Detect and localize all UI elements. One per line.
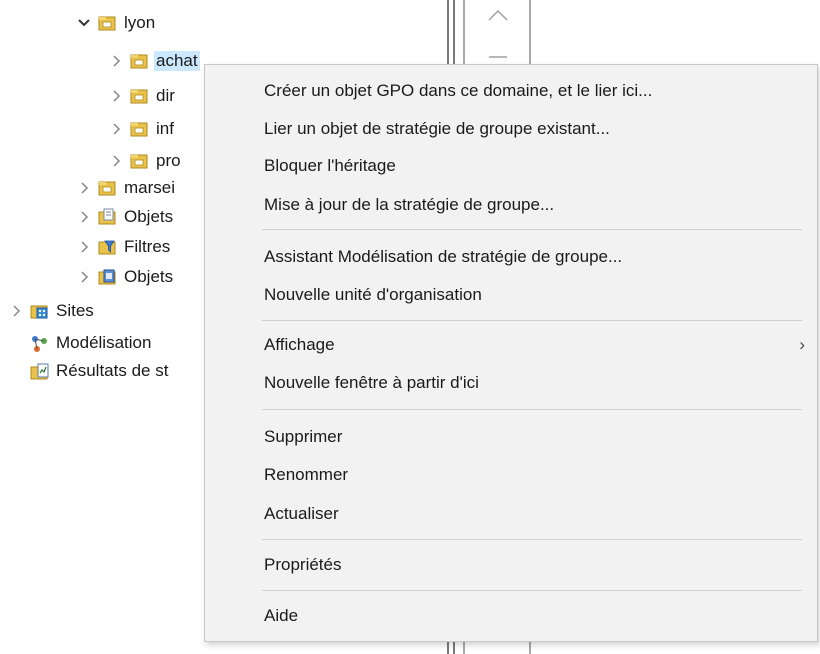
chevron-right-icon[interactable] [108, 53, 124, 69]
tree-node-label: Filtres [124, 237, 171, 256]
ou-folder-icon [98, 179, 116, 197]
menu-separator [262, 590, 802, 591]
menu-item-create-gpo[interactable]: Créer un objet GPO dans ce domaine, et l… [205, 73, 817, 109]
ou-folder-icon [98, 14, 116, 32]
menu-item-label: Bloquer l'héritage [264, 156, 396, 175]
tree-node-label: inf [156, 119, 174, 138]
chevron-right-icon[interactable] [108, 88, 124, 104]
results-icon [30, 362, 49, 380]
chevron-right-icon[interactable] [76, 239, 92, 255]
menu-item-group-policy-update[interactable]: Mise à jour de la stratégie de groupe... [205, 187, 817, 223]
tree-node-marseille[interactable]: marsei [76, 175, 177, 201]
chevron-right-icon[interactable] [76, 180, 92, 196]
menu-item-label: Propriétés [264, 555, 342, 574]
chevron-right-icon[interactable] [76, 269, 92, 285]
menu-item-rename[interactable]: Renommer [205, 457, 817, 493]
menu-item-label: Nouvelle fenêtre à partir d'ici [264, 373, 479, 392]
wmi-filter-icon [98, 238, 116, 256]
chevron-right-icon: › [799, 335, 805, 354]
chevron-down-icon[interactable] [76, 15, 92, 31]
menu-item-label: Lier un objet de stratégie de groupe exi… [264, 119, 610, 138]
tree-node-modeling[interactable]: Modélisation [30, 330, 153, 356]
ou-folder-icon [130, 120, 148, 138]
menu-separator [262, 320, 802, 321]
menu-item-delete[interactable]: Supprimer [205, 419, 817, 455]
tree-node-label: marsei [124, 178, 176, 197]
ou-folder-icon [130, 52, 148, 70]
chevron-right-icon[interactable] [76, 209, 92, 225]
tree-node-sites[interactable]: Sites [8, 298, 96, 324]
tree-node-label: Sites [56, 301, 94, 320]
tree-node-label: Modélisation [56, 333, 152, 352]
gpo-objects-icon [98, 208, 116, 226]
menu-separator [262, 409, 802, 410]
menu-item-label: Aide [264, 606, 299, 625]
tree-node-label: achat [154, 51, 200, 71]
menu-item-properties[interactable]: Propriétés [205, 547, 817, 583]
menu-item-view[interactable]: Affichage › [205, 327, 817, 363]
tree-node-label: pro [156, 151, 181, 170]
menu-item-label: Affichage [264, 335, 335, 354]
starter-gpo-icon [98, 268, 116, 286]
menu-item-new-ou[interactable]: Nouvelle unité d'organisation [205, 277, 817, 313]
scroll-up-arrow-icon[interactable] [487, 8, 509, 27]
menu-separator [262, 539, 802, 540]
menu-item-label: Supprimer [264, 427, 343, 446]
tree-node-gpo-objects[interactable]: Objets [76, 204, 175, 230]
context-menu: Créer un objet GPO dans ce domaine, et l… [204, 64, 818, 642]
menu-item-new-window[interactable]: Nouvelle fenêtre à partir d'ici [205, 365, 817, 401]
ou-folder-icon [130, 87, 148, 105]
tree-node-pro[interactable]: pro [108, 148, 183, 174]
menu-item-link-existing-gpo[interactable]: Lier un objet de stratégie de groupe exi… [205, 111, 817, 147]
tree-node-results[interactable]: Résultats de st [30, 358, 170, 384]
menu-item-modeling-wizard[interactable]: Assistant Modélisation de stratégie de g… [205, 239, 817, 275]
menu-item-block-inheritance[interactable]: Bloquer l'héritage [205, 148, 817, 184]
menu-item-label: Créer un objet GPO dans ce domaine, et l… [264, 81, 653, 100]
tree-node-lyon[interactable]: lyon [76, 10, 157, 36]
tree-node-starter-gpo[interactable]: Objets [76, 264, 175, 290]
menu-item-refresh[interactable]: Actualiser [205, 496, 817, 532]
sites-icon [30, 302, 48, 320]
chevron-right-icon[interactable] [108, 153, 124, 169]
chevron-right-icon[interactable] [108, 121, 124, 137]
menu-item-label: Actualiser [264, 504, 339, 523]
tree-node-label: dir [156, 86, 175, 105]
tree-node-achat[interactable]: achat [108, 48, 200, 74]
tree-node-dir[interactable]: dir [108, 83, 177, 109]
tree-node-wmi-filters[interactable]: Filtres [76, 234, 172, 260]
tree-node-label: Objets [124, 207, 174, 226]
menu-separator [262, 229, 802, 230]
tree-node-inf[interactable]: inf [108, 116, 176, 142]
tree-node-label: lyon [124, 13, 156, 32]
menu-item-label: Nouvelle unité d'organisation [264, 285, 482, 304]
ou-folder-icon [130, 152, 148, 170]
tree-node-label: Résultats de st [56, 361, 169, 380]
tree-node-label: Objets [124, 267, 174, 286]
modeling-icon [30, 334, 48, 352]
menu-item-label: Assistant Modélisation de stratégie de g… [264, 247, 623, 266]
menu-item-help[interactable]: Aide [205, 598, 817, 634]
chevron-right-icon[interactable] [8, 303, 24, 319]
menu-item-label: Mise à jour de la stratégie de groupe... [264, 195, 555, 214]
menu-item-label: Renommer [264, 465, 349, 484]
